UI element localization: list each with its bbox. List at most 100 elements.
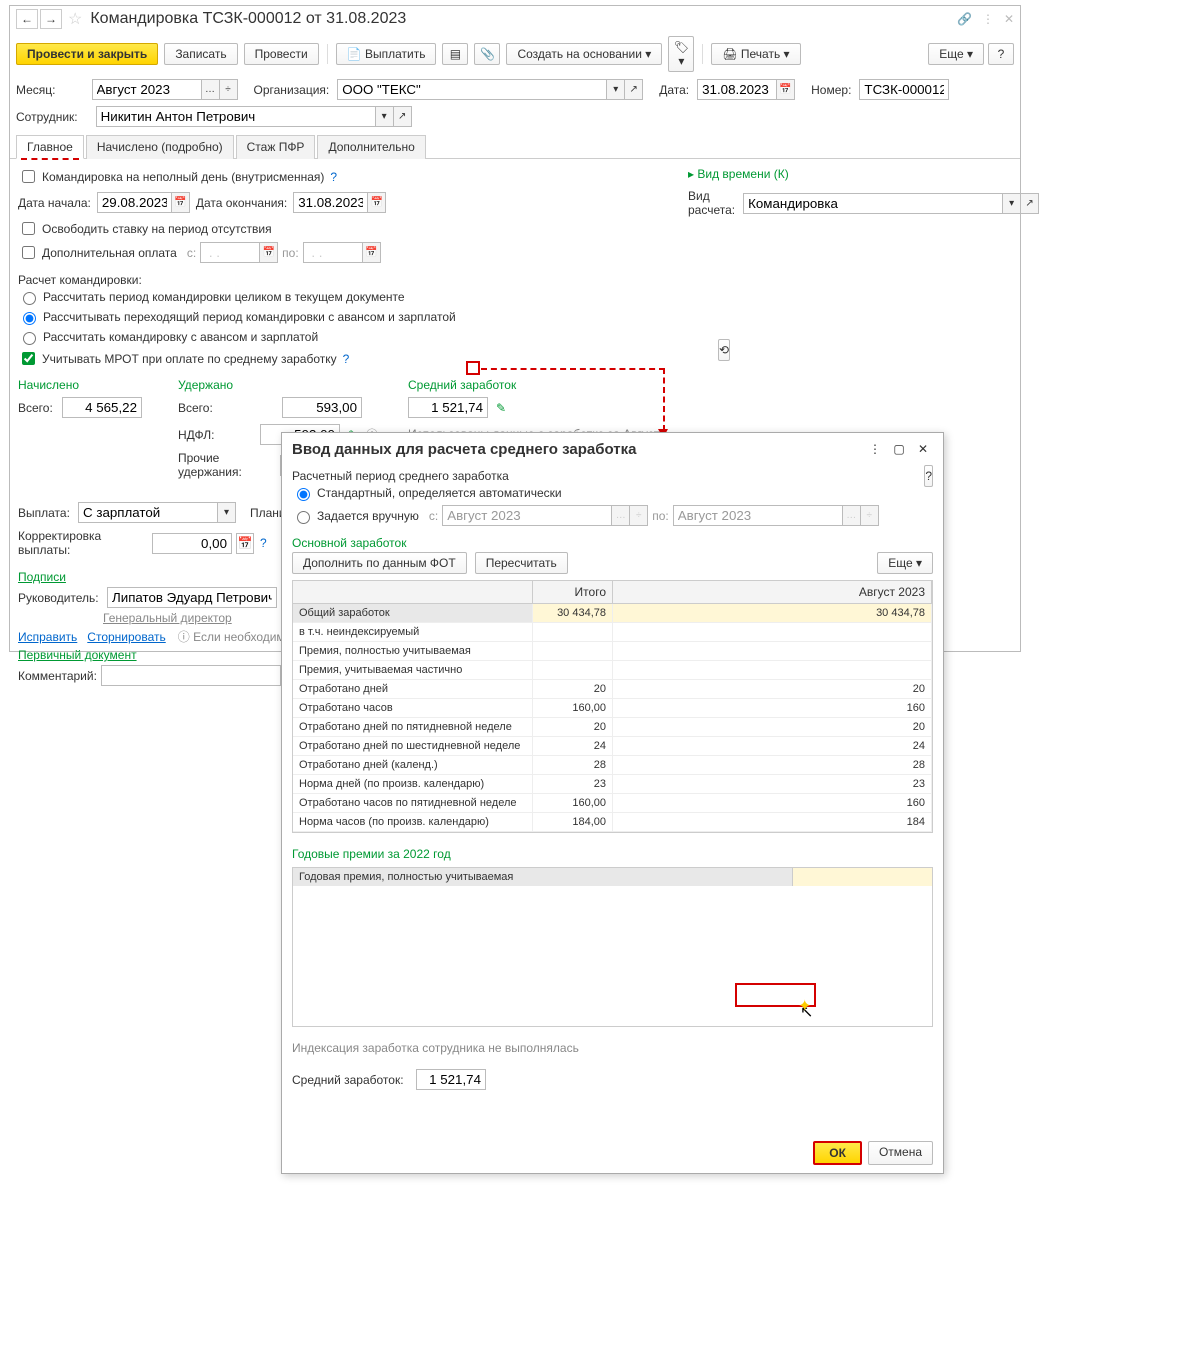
position-link[interactable]: Генеральный директор — [103, 611, 232, 625]
back-button[interactable]: ← — [16, 9, 38, 29]
table-row[interactable]: Норма дней (по произв. календарю)2323 — [293, 775, 932, 794]
corr-input[interactable] — [152, 533, 232, 554]
date-input[interactable] — [697, 79, 777, 100]
help-icon[interactable]: ? — [330, 170, 337, 184]
period-manual-radio[interactable] — [297, 511, 310, 524]
signs-link[interactable]: Подписи — [18, 570, 66, 584]
calc-radio-1[interactable] — [23, 292, 36, 305]
comment-input[interactable] — [101, 665, 281, 686]
table-row[interactable]: Отработано дней (календ.)2828 — [293, 756, 932, 775]
corr-label: Корректировка выплаты: — [18, 529, 148, 557]
table-row[interactable]: Отработано дней2020 — [293, 680, 932, 699]
start-date-input[interactable] — [97, 192, 172, 213]
withheld-head: Удержано — [178, 376, 378, 394]
manager-input[interactable] — [107, 587, 277, 608]
refresh-button[interactable]: ⟲ — [718, 339, 730, 361]
emp-drop[interactable]: ▾ — [376, 106, 394, 127]
help-icon[interactable]: ? — [343, 352, 350, 366]
dialog-menu-icon[interactable]: ⋮ — [865, 439, 885, 459]
tag-button[interactable]: 🏷 ▾ — [668, 36, 694, 72]
tab-accrued[interactable]: Начислено (подробно) — [86, 135, 234, 159]
start-cal[interactable]: 📅 — [172, 192, 190, 213]
reverse-link[interactable]: Сторнировать — [87, 630, 165, 644]
date-cal[interactable]: 📅 — [777, 79, 795, 100]
partial-day-label: Командировка на неполный день (внутрисме… — [42, 170, 324, 184]
tab-pfr[interactable]: Стаж ПФР — [236, 135, 316, 159]
table-row[interactable]: Норма часов (по произв. календарю)184,00… — [293, 813, 932, 832]
emp-input[interactable] — [96, 106, 376, 127]
table-row[interactable]: в т.ч. неиндексируемый — [293, 623, 932, 642]
period-to-input — [673, 505, 843, 526]
table-row[interactable]: Общий заработок30 434,7830 434,78 — [293, 604, 932, 623]
month-input[interactable] — [92, 79, 202, 100]
org-open[interactable]: ↗ — [625, 79, 643, 100]
month-label: Месяц: — [16, 83, 56, 97]
dlg-avg-label: Средний заработок: — [292, 1073, 412, 1087]
ok-button[interactable]: ОК — [813, 1141, 862, 1165]
pay-button[interactable]: 📄 Выплатить — [336, 43, 437, 65]
avg-head: Средний заработок — [408, 376, 668, 394]
favorite-icon[interactable]: ☆ — [68, 9, 82, 29]
emp-open[interactable]: ↗ — [394, 106, 412, 127]
calc-radio-2[interactable] — [23, 312, 36, 325]
table-row[interactable]: Отработано дней по пятидневной неделе202… — [293, 718, 932, 737]
highlight-recalc — [735, 983, 816, 1007]
end-cal[interactable]: 📅 — [368, 192, 386, 213]
payout-input[interactable] — [78, 502, 218, 523]
dialog-more-button[interactable]: Еще ▾ — [877, 552, 933, 574]
main-income-head: Основной заработок — [292, 528, 933, 552]
tab-main[interactable]: Главное — [16, 135, 84, 159]
month-drop[interactable]: … — [202, 79, 220, 100]
dialog-close-icon[interactable]: ✕ — [913, 439, 933, 459]
total-accrued-input[interactable] — [62, 397, 142, 418]
attach-button[interactable]: 📎 — [474, 43, 500, 65]
table-row[interactable]: Премия, учитываемая частично — [293, 661, 932, 680]
forward-button[interactable]: → — [40, 9, 62, 29]
partial-day-checkbox[interactable] — [22, 170, 35, 183]
dialog-help-button[interactable]: ? — [924, 465, 933, 487]
income-table: Итого Август 2023 Общий заработок30 434,… — [292, 580, 933, 833]
end-date-input[interactable] — [293, 192, 368, 213]
calc-type-input[interactable] — [743, 193, 1003, 214]
org-drop[interactable]: ▾ — [607, 79, 625, 100]
help-icon[interactable]: ? — [260, 536, 267, 550]
table-row[interactable]: Отработано дней по шестидневной неделе24… — [293, 737, 932, 756]
payout-drop[interactable]: ▾ — [218, 502, 236, 523]
fill-fot-button[interactable]: Дополнить по данным ФОТ — [292, 552, 467, 574]
tab-extra[interactable]: Дополнительно — [317, 135, 425, 159]
extra-pay-checkbox[interactable] — [22, 246, 35, 259]
post-button[interactable]: Провести — [244, 43, 319, 65]
cancel-button[interactable]: Отмена — [868, 1141, 933, 1165]
avg-calc-dialog: Ввод данных для расчета среднего заработ… — [281, 432, 944, 1174]
create-based-button[interactable]: Создать на основании ▾ — [506, 43, 662, 65]
table-row[interactable]: Отработано часов по пятидневной неделе16… — [293, 794, 932, 813]
num-input[interactable] — [859, 79, 949, 100]
mrot-checkbox[interactable] — [22, 352, 35, 365]
org-input[interactable] — [337, 79, 607, 100]
period-std-radio[interactable] — [297, 488, 310, 501]
table-row[interactable]: Отработано часов160,00160 — [293, 699, 932, 718]
total-withheld-input[interactable] — [282, 397, 362, 418]
time-type-header[interactable]: ▸ Вид времени (К) — [688, 165, 1039, 183]
close-icon[interactable]: ✕ — [1004, 12, 1014, 26]
save-button[interactable]: Записать — [164, 43, 237, 65]
primary-doc-link[interactable]: Первичный документ — [18, 648, 137, 662]
release-rate-checkbox[interactable] — [22, 222, 35, 235]
help-button[interactable]: ? — [988, 43, 1014, 65]
month-spin[interactable]: ÷ — [220, 79, 238, 100]
post-and-close-button[interactable]: Провести и закрыть — [16, 43, 158, 65]
table-row[interactable]: Премия, полностью учитываемая — [293, 642, 932, 661]
recalc-button[interactable]: Пересчитать — [475, 552, 568, 574]
calc-radio-3[interactable] — [23, 332, 36, 345]
menu-dots-icon[interactable]: ⋮ — [982, 12, 994, 26]
avg-value-input[interactable] — [408, 397, 488, 418]
avg-pencil-icon[interactable]: ✎ — [496, 401, 506, 415]
print-button[interactable]: 🖨 Печать ▾ — [711, 43, 800, 65]
fix-link[interactable]: Исправить — [18, 630, 77, 644]
dlg-avg-input[interactable] — [416, 1069, 486, 1090]
more-button[interactable]: Еще ▾ — [928, 43, 984, 65]
link-icon[interactable]: 🔗 — [957, 12, 972, 26]
dialog-max-icon[interactable]: ▢ — [889, 439, 909, 459]
calc-type-label: Вид расчета: — [688, 189, 735, 217]
doc-icon-button[interactable]: ▤ — [442, 43, 468, 65]
